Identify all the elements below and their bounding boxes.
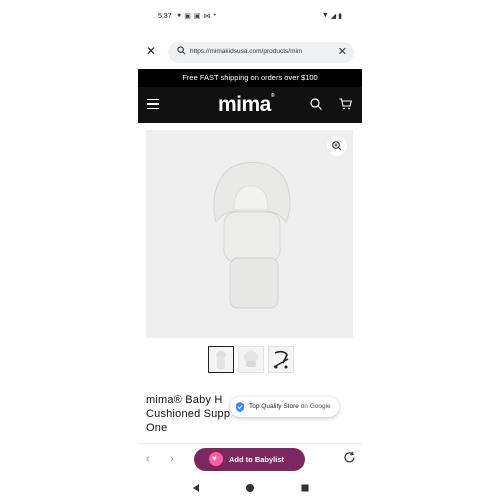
browser-toolbar: ✕ https://mimakidsusa.com/products/mim ✕ [138,41,362,63]
cart-icon[interactable] [339,98,352,110]
home-circle-icon[interactable] [245,483,255,493]
bubble-icon: ● [177,12,182,19]
share-icon: ⋈ [203,13,211,20]
system-navigation [138,480,362,496]
refresh-icon[interactable] [343,451,356,464]
product-image[interactable] [146,130,353,338]
address-bar[interactable]: https://mimakidsusa.com/products/mim ✕ [168,42,354,63]
heart-icon: ♥ [212,454,217,463]
url-text[interactable]: https://mimakidsusa.com/products/mim [190,48,330,55]
babylist-label: Add to Babylist [229,455,285,464]
brand-logo[interactable]: mima® [218,93,275,117]
google-store-badge[interactable]: Top Quality Store on Google [230,397,339,417]
instagram-icon: ▣ [193,13,201,20]
product-title-line-3: One [146,422,168,434]
recents-square-icon[interactable] [300,483,310,493]
status-bar: 5:37 ● ▣ ▣ ⋈ • ▼ ◢ ▮ [138,10,362,24]
logo-mark: ® [270,93,275,99]
site-header: mima® [138,87,362,123]
search-icon [177,46,186,55]
phone-screen: 5:37 ● ▣ ▣ ⋈ • ▼ ◢ ▮ ✕ https://mimakidsu… [138,0,362,500]
badge-text: Top Quality Store [249,403,299,410]
hamburger-menu-icon[interactable] [147,99,159,109]
bottom-toolbar: ‹ › ♥ Add to Babylist [138,443,362,475]
status-time: 5:37 [158,13,172,20]
signal-icon: ◢ [330,13,337,20]
headrest-cushion-image [213,161,291,309]
image-thumbnails [208,346,294,374]
clear-url-icon[interactable]: ✕ [338,45,347,58]
logo-text: mima [218,93,271,116]
add-to-babylist-button[interactable]: ♥ Add to Babylist [194,448,305,471]
seat-thumbnail-icon [244,351,258,367]
back-arrow-icon[interactable]: ‹ [146,453,150,465]
zoom-button[interactable] [327,136,347,156]
close-tab-icon[interactable]: ✕ [146,44,156,58]
search-icon[interactable] [310,98,322,110]
back-triangle-icon[interactable] [191,483,201,493]
thumbnail-1[interactable] [208,346,234,373]
thumbnail-3[interactable] [268,346,294,373]
badge-suffix: on Google [300,403,331,410]
wifi-icon: ▼ [321,12,329,19]
promo-banner: Free FAST shipping on orders over $100 [138,69,362,87]
battery-icon: ▮ [338,13,342,20]
instagram-icon: ▣ [184,13,191,20]
zoom-icon [332,141,342,151]
forward-arrow-icon[interactable]: › [170,453,174,465]
google-badge-icon [236,402,244,412]
heart-badge: ♥ [209,452,223,466]
thumbnail-2[interactable] [238,346,264,373]
stroller-thumbnail-icon [273,350,289,369]
headrest-thumbnail-icon [216,351,226,369]
system-icons: ▼ ◢ ▮ [322,12,342,20]
dot-icon: • [213,12,216,19]
notification-icons: ● ▣ ▣ ⋈ • [177,12,216,20]
